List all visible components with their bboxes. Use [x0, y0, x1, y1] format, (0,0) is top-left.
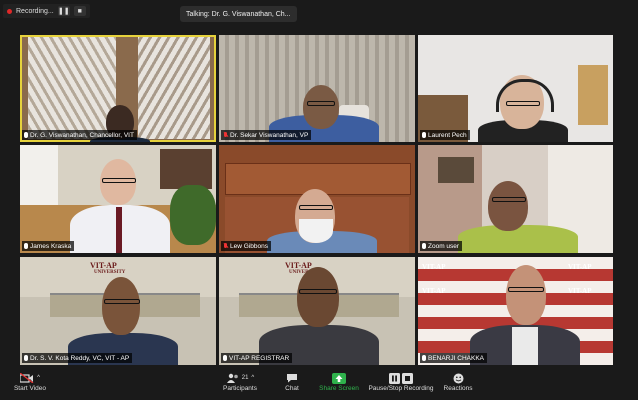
start-video-label: Start Video — [13, 385, 47, 392]
participants-icon: 21 ^ — [218, 372, 262, 384]
video-tile-7[interactable]: VIT-AP UNIVERSITY Dr. S. V. Kota Reddy, … — [20, 257, 216, 365]
participant-name-label: Dr. S. V. Kota Reddy, VC, VIT - AP — [22, 353, 133, 363]
microphone-icon — [422, 243, 426, 249]
participant-name-label: Dr. Sekar Viswanathan, VP — [221, 130, 312, 140]
start-video-button[interactable]: ^ Start Video — [10, 372, 50, 392]
microphone-icon — [24, 355, 28, 361]
video-tile-4[interactable]: James Kraska — [20, 145, 216, 253]
vit-wall-text: VIT-AP — [568, 287, 592, 295]
vit-wall-text: VIT-AP — [568, 263, 592, 271]
participant-name-label: VIT-AP REGISTRAR — [221, 353, 293, 363]
video-tile-3[interactable]: Laurent Pech — [418, 35, 613, 142]
record-label: Pause/Stop Recording — [368, 385, 434, 392]
microphone-icon — [24, 243, 28, 249]
video-tile-2[interactable]: Dr. Sekar Viswanathan, VP — [219, 35, 415, 142]
vit-wall-text: VIT-AP — [422, 263, 446, 271]
participant-name-label: Zoom user — [420, 241, 463, 251]
chat-icon — [278, 372, 306, 384]
chat-button[interactable]: Chat — [278, 372, 306, 392]
video-off-icon: ^ — [10, 372, 50, 384]
participant-name-label: Dr. G. Viswanathan, Chancellor, VIT — [22, 130, 137, 140]
share-screen-icon — [318, 372, 360, 384]
recording-indicator: Recording... ❚❚ ■ — [3, 4, 90, 18]
participant-name-label: BENARJI CHAKKA — [420, 353, 487, 363]
video-tile-8[interactable]: VIT-AP UNIVERSITY VIT-AP REGISTRAR — [219, 257, 415, 365]
video-tile-6[interactable]: Zoom user — [418, 145, 613, 253]
meeting-toolbar: ^ Start Video 21 ^ Participants Chat Sha… — [0, 370, 638, 400]
recording-label: Recording... — [16, 7, 54, 15]
video-tile-5[interactable]: Lew Gibbons — [219, 145, 415, 253]
participant-name-label: Laurent Pech — [420, 130, 470, 140]
reactions-label: Reactions — [443, 385, 473, 392]
share-screen-button[interactable]: Share Screen — [318, 372, 360, 392]
microphone-muted-icon — [223, 243, 228, 249]
microphone-icon — [24, 132, 28, 138]
share-screen-label: Share Screen — [319, 385, 359, 392]
microphone-icon — [223, 355, 227, 361]
video-tile-9[interactable]: VIT-AP VIT-AP VIT-AP VIT-AP BENARJI CHAK… — [418, 257, 613, 365]
reactions-button[interactable]: Reactions — [440, 372, 476, 392]
video-tile-1[interactable]: Dr. G. Viswanathan, Chancellor, VIT — [20, 35, 216, 142]
participants-button[interactable]: 21 ^ Participants — [218, 372, 262, 392]
vit-logo-text: VIT-AP — [90, 261, 117, 270]
recording-dot-icon — [7, 8, 12, 14]
pause-stop-recording-button[interactable]: Pause/Stop Recording — [368, 372, 434, 392]
pause-stop-icon — [368, 372, 434, 384]
reactions-icon — [440, 372, 476, 384]
talking-indicator: Talking: Dr. G. Viswanathan, Ch... — [180, 6, 297, 22]
microphone-icon — [422, 132, 426, 138]
participants-label: Participants — [223, 385, 257, 392]
stop-recording-button[interactable]: ■ — [73, 6, 86, 16]
participant-name-label: Lew Gibbons — [221, 241, 271, 251]
vit-logo-subtext: UNIVERSITY — [94, 270, 126, 275]
vit-logo-text: VIT-AP — [285, 261, 312, 270]
microphone-icon — [422, 355, 426, 361]
chat-label: Chat — [285, 385, 299, 392]
vit-wall-text: VIT-AP — [422, 287, 446, 295]
pause-recording-button[interactable]: ❚❚ — [57, 6, 70, 16]
microphone-muted-icon — [223, 132, 228, 138]
participant-name-label: James Kraska — [22, 241, 75, 251]
participants-count: 21 — [241, 375, 249, 381]
